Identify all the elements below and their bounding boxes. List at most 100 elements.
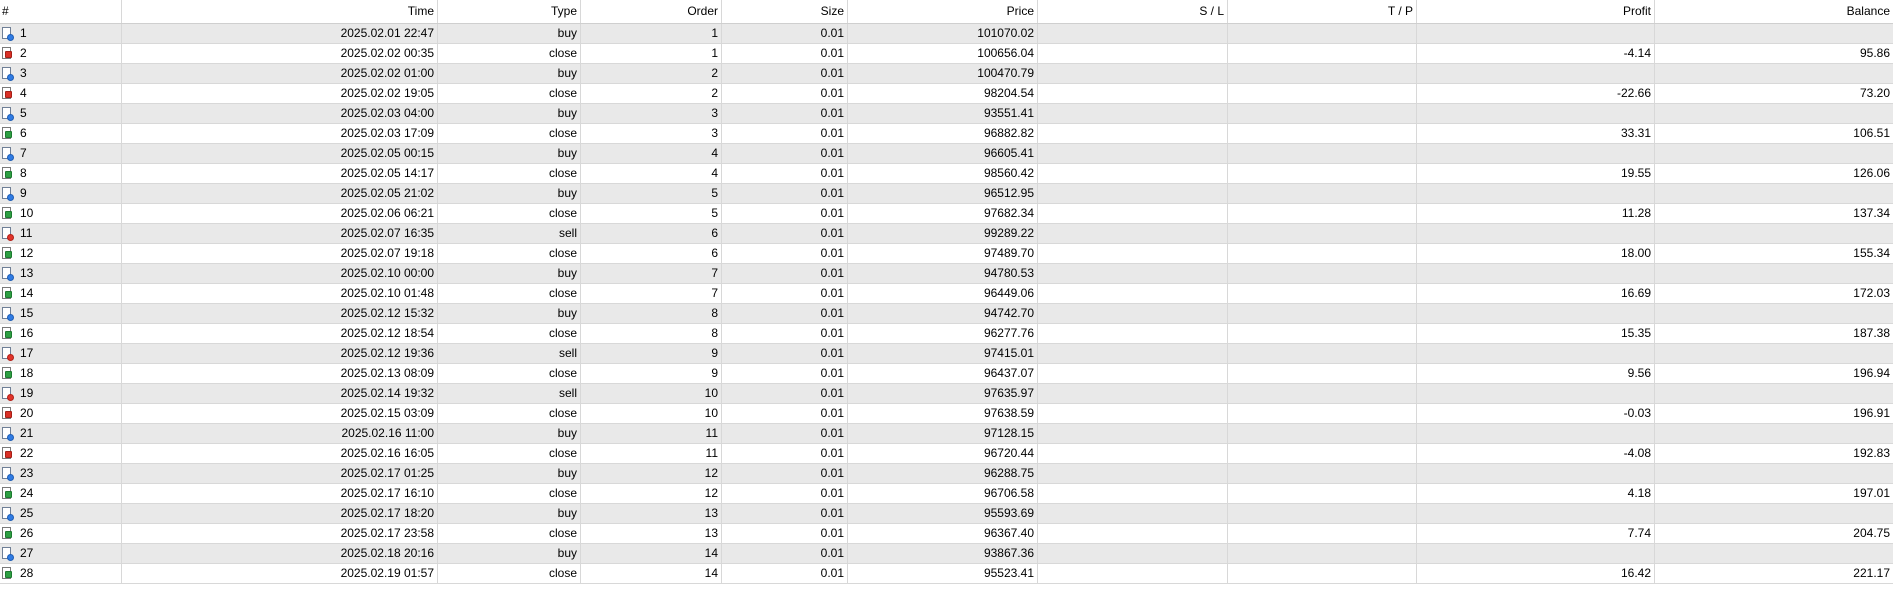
table-row[interactable]: 16 2025.02.12 18:54 close 8 0.01 96277.76 15.3… [0,324,1893,344]
column-header-order[interactable]: Order [581,0,722,23]
deal-sl-cell [1038,224,1228,243]
deal-balance-cell: 172.03 [1853,286,1890,300]
table-row[interactable]: 7 2025.02.05 00:15 buy 4 0.01 96605.41 [0,144,1893,164]
deal-type-cell: buy [438,144,581,163]
deal-time-cell: 2025.02.18 20:16 [122,544,438,563]
table-row[interactable]: 24 2025.02.17 16:10 close 12 0.01 96706.58 4.1… [0,484,1893,504]
table-row[interactable]: 27 2025.02.18 20:16 buy 14 0.01 93867.36 [0,544,1893,564]
table-row[interactable]: 25 2025.02.17 18:20 buy 13 0.01 95593.69 [0,504,1893,524]
deal-number-label: 4 [20,86,27,100]
column-header-time[interactable]: Time [122,0,438,23]
column-header-profit[interactable]: Profit [1417,0,1655,23]
column-header-balance[interactable]: Balance [1655,0,1893,23]
deal-sl-cell [1038,204,1228,223]
column-header-type[interactable]: Type [438,0,581,23]
deals-table: # Time Type Order Size Price S / L T / P… [0,0,1893,589]
deal-number-label: 24 [20,486,34,500]
deal-type-cell: close [438,284,581,303]
deal-number-cell: 25 [0,504,122,523]
deal-time-cell: 2025.02.19 01:57 [122,564,438,583]
deal-balance-cell: 73.20 [1859,86,1890,100]
deal-size-cell: 0.01 [722,304,848,323]
deal-price-cell: 95523.41 [848,564,1038,583]
deal-number-label: 2 [20,46,27,60]
column-header-price[interactable]: Price [848,0,1038,23]
deal-type-cell: sell [438,224,581,243]
table-row[interactable]: 19 2025.02.14 19:32 sell 10 0.01 97635.97 [0,384,1893,404]
table-row[interactable]: 10 2025.02.06 06:21 close 5 0.01 97682.34 11.2… [0,204,1893,224]
table-row[interactable]: 9 2025.02.05 21:02 buy 5 0.01 96512.95 [0,184,1893,204]
deal-order-cell: 10 [581,404,722,423]
deal-number-cell: 20 [0,404,122,423]
table-row[interactable]: 22 2025.02.16 16:05 close 11 0.01 96720.44 -4.… [0,444,1893,464]
deal-balance-cell [1655,144,1893,163]
deal-price-cell: 94780.53 [848,264,1038,283]
column-header-tp[interactable]: T / P [1228,0,1417,23]
deal-sl-cell [1038,44,1228,63]
table-row[interactable]: 5 2025.02.03 04:00 buy 3 0.01 93551.41 [0,104,1893,124]
table-row[interactable]: 18 2025.02.13 08:09 close 9 0.01 96437.07 9.56… [0,364,1893,384]
deal-order-cell: 13 [581,524,722,543]
deal-profit-cell [1417,304,1655,323]
table-row[interactable]: 17 2025.02.12 19:36 sell 9 0.01 97415.01 [0,344,1893,364]
deal-profit-cell [1417,344,1655,363]
table-row[interactable]: 1 2025.02.01 22:47 buy 1 0.01 101070.02 [0,24,1893,44]
table-row[interactable]: 21 2025.02.16 11:00 buy 11 0.01 97128.15 [0,424,1893,444]
table-row[interactable]: 2 2025.02.02 00:35 close 1 0.01 100656.04 -4.1… [0,44,1893,64]
deal-price-cell: 96720.44 [848,444,1038,463]
deal-number-cell: 16 [0,324,122,343]
table-row[interactable]: 8 2025.02.05 14:17 close 4 0.01 98560.42 19.55… [0,164,1893,184]
deal-number-cell: 7 [0,144,122,163]
table-header: # Time Type Order Size Price S / L T / P… [0,0,1893,24]
column-header-sl[interactable]: S / L [1038,0,1228,23]
table-row[interactable]: 11 2025.02.07 16:35 sell 6 0.01 99289.22 [0,224,1893,244]
deal-type-cell: close [438,44,581,63]
table-row[interactable]: 12 2025.02.07 19:18 close 6 0.01 97489.70 18.0… [0,244,1893,264]
deal-price-cell: 93867.36 [848,544,1038,563]
table-row[interactable]: 3 2025.02.02 01:00 buy 2 0.01 100470.79 [0,64,1893,84]
table-row[interactable]: 4 2025.02.02 19:05 close 2 0.01 98204.54 -22.6… [0,84,1893,104]
column-header-size[interactable]: Size [722,0,848,23]
deal-close-profit-icon [2,327,13,340]
deal-time-cell: 2025.02.16 16:05 [122,444,438,463]
deal-type-cell: close [438,484,581,503]
deal-sl-cell [1038,24,1228,43]
deal-size-cell: 0.01 [722,564,848,583]
deal-price-cell: 96449.06 [848,284,1038,303]
deal-price-cell: 101070.02 [848,24,1038,43]
deal-number-cell: 14 [0,284,122,303]
deal-tp-cell [1228,544,1417,563]
deal-balance-cell [1655,424,1893,443]
deal-number-cell: 6 [0,124,122,143]
deal-buy-icon [2,307,14,321]
deal-sell-icon [2,387,14,401]
deal-balance-cell: 95.86 [1859,46,1890,60]
deal-number-label: 9 [20,186,27,200]
deal-sl-cell [1038,424,1228,443]
deal-number-cell: 22 [0,444,122,463]
deal-number-label: 7 [20,146,27,160]
deal-number-cell: 13 [0,264,122,283]
table-row[interactable]: 26 2025.02.17 23:58 close 13 0.01 96367.40 7.7… [0,524,1893,544]
deal-profit-cell: 7.74 [1417,524,1655,543]
column-header-number[interactable]: # [0,0,122,23]
table-row[interactable]: 14 2025.02.10 01:48 close 7 0.01 96449.06 16.6… [0,284,1893,304]
deal-number-cell: 21 [0,424,122,443]
deal-balance-cell: 192.83 [1853,446,1890,460]
deal-price-cell: 96605.41 [848,144,1038,163]
deal-profit-cell: -4.14 [1417,44,1655,63]
deal-price-cell: 96706.58 [848,484,1038,503]
deal-profit-cell [1417,424,1655,443]
deal-number-cell: 17 [0,344,122,363]
table-row[interactable]: 15 2025.02.12 15:32 buy 8 0.01 94742.70 [0,304,1893,324]
table-row[interactable]: 6 2025.02.03 17:09 close 3 0.01 96882.82 33.31… [0,124,1893,144]
table-row[interactable]: 23 2025.02.17 01:25 buy 12 0.01 96288.75 [0,464,1893,484]
table-row[interactable]: 20 2025.02.15 03:09 close 10 0.01 97638.59 -0.… [0,404,1893,424]
table-row[interactable]: 13 2025.02.10 00:00 buy 7 0.01 94780.53 [0,264,1893,284]
deal-price-cell: 96512.95 [848,184,1038,203]
deal-size-cell: 0.01 [722,204,848,223]
table-row[interactable]: 28 2025.02.19 01:57 close 14 0.01 95523.41 16.… [0,564,1893,584]
deal-price-cell: 95593.69 [848,504,1038,523]
deal-type-cell: buy [438,184,581,203]
deal-time-cell: 2025.02.02 19:05 [122,84,438,103]
